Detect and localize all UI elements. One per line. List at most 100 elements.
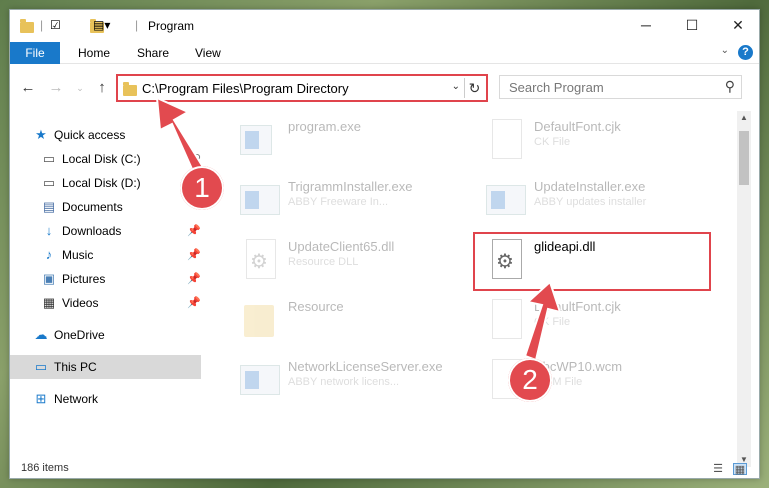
sidebar-item-this-pc[interactable]: ▭ This PC <box>10 355 201 379</box>
file-item[interactable]: Resource <box>234 293 484 349</box>
back-button[interactable]: ← <box>18 78 38 98</box>
callout-badge-1: 1 <box>180 166 224 210</box>
file-name: Resource <box>288 299 344 314</box>
vertical-scrollbar[interactable]: ▲ ▼ <box>737 111 751 467</box>
network-icon: ⊞ <box>35 391 47 406</box>
sidebar-item-videos[interactable]: ▦ Videos 📌 <box>10 291 201 315</box>
drive-icon: ▭ <box>42 151 56 166</box>
title-bar: | ☑ ▤▾ | Program ─ ☐ ✕ <box>10 10 759 42</box>
sidebar-item-quick-access[interactable]: ★ Quick access <box>10 123 201 147</box>
file-item[interactable]: NetworkLicenseServer.exe ABBY network li… <box>234 353 484 409</box>
file-name: program.exe <box>288 119 361 134</box>
document-file-icon <box>486 297 526 343</box>
address-bar[interactable]: C:\Program Files\Program Directory ⌄ ↻ <box>116 74 488 102</box>
close-button[interactable]: ✕ <box>715 10 761 40</box>
file-item[interactable]: UpdateInstaller.exe ABBY updates install… <box>480 173 730 229</box>
pin-icon[interactable]: 📌 <box>187 219 201 243</box>
item-count: 186 items <box>21 462 69 474</box>
sidebar-item-documents[interactable]: ▤ Documents <box>10 195 201 219</box>
sidebar-item-label: OneDrive <box>54 328 105 342</box>
forward-button[interactable]: → <box>46 78 66 98</box>
file-type: Resource DLL <box>288 256 359 268</box>
tab-file[interactable]: File <box>10 42 60 64</box>
expand-ribbon-icon[interactable]: ⌄ <box>721 45 729 56</box>
dll-file-icon: ⚙ <box>240 237 280 283</box>
address-path[interactable]: C:\Program Files\Program Directory <box>142 81 349 96</box>
folder-icon <box>123 82 137 96</box>
separator: | <box>135 18 139 32</box>
up-button[interactable]: ↑ <box>92 78 112 98</box>
tab-share[interactable]: Share <box>137 42 169 64</box>
sidebar-item-label: Downloads <box>62 224 122 238</box>
sidebar-item-label: Quick access <box>54 128 126 142</box>
file-item[interactable]: ⚙ UpdateClient65.dll Resource DLL <box>234 233 484 289</box>
sidebar-item-pictures[interactable]: ▣ Pictures 📌 <box>10 267 201 291</box>
refresh-button[interactable]: ↻ <box>464 78 484 98</box>
recent-locations-button[interactable]: ⌄ <box>70 78 90 98</box>
navigation-bar: ← → ⌄ ↑ C:\Program Files\Program Directo… <box>10 65 759 111</box>
large-icons-view-icon[interactable]: ▦ <box>733 463 747 476</box>
file-item[interactable]: program.exe <box>234 113 484 169</box>
sidebar-item-label: Pictures <box>62 272 106 286</box>
videos-icon: ▦ <box>42 295 56 310</box>
sidebar-item-local-disk-c[interactable]: ▭ Local Disk (C:) ⚲ <box>10 147 201 171</box>
details-view-icon[interactable]: ☰ <box>711 463 725 475</box>
sidebar-item-label: Local Disk (D:) <box>62 176 141 190</box>
file-item[interactable]: TrigrammInstaller.exe ABBY Freeware In..… <box>234 173 484 229</box>
pictures-icon: ▣ <box>42 271 56 286</box>
separator: | <box>40 18 44 32</box>
file-name: TrigrammInstaller.exe <box>288 179 413 194</box>
file-name: NetworkLicenseServer.exe <box>288 359 443 374</box>
sidebar-item-onedrive[interactable]: ☁ OneDrive <box>10 323 201 347</box>
sidebar-item-downloads[interactable]: ↓ Downloads 📌 <box>10 219 201 243</box>
sidebar-item-network[interactable]: ⊞ Network <box>10 387 201 411</box>
cloud-icon: ☁ <box>34 327 48 342</box>
documents-icon: ▤ <box>42 199 56 214</box>
sidebar-item-label: Music <box>62 248 94 262</box>
pin-icon[interactable]: 📌 <box>187 267 201 291</box>
exe-file-icon <box>486 177 526 223</box>
scrollbar-thumb[interactable] <box>739 131 749 185</box>
help-icon[interactable]: ? <box>738 45 753 60</box>
sidebar-item-music[interactable]: ♪ Music 📌 <box>10 243 201 267</box>
window-title: Program <box>148 19 195 33</box>
sidebar-item-label: Network <box>54 392 99 406</box>
pin-icon[interactable]: 📌 <box>187 243 201 267</box>
maximize-button[interactable]: ☐ <box>669 10 715 40</box>
file-name: DefaultFont.cjk <box>534 299 621 314</box>
search-placeholder[interactable]: Search Program <box>509 80 604 95</box>
search-icon[interactable]: ⚲ <box>725 78 735 95</box>
document-file-icon <box>486 117 526 163</box>
sidebar-item-label: Documents <box>62 200 123 214</box>
scroll-up-icon[interactable]: ▲ <box>737 111 751 125</box>
exe-file-icon <box>240 177 280 223</box>
navigation-pane: ★ Quick access ▭ Local Disk (C:) ⚲ ▭ Loc… <box>10 111 210 455</box>
download-icon: ↓ <box>45 223 53 238</box>
file-name: DefaultFont.cjk <box>534 119 621 134</box>
file-name: UpdateClient65.dll <box>288 239 395 254</box>
tab-view[interactable]: View <box>195 42 221 64</box>
drive-icon: ▭ <box>42 175 56 190</box>
exe-file-icon <box>240 117 280 163</box>
search-box[interactable]: Search Program ⚲ <box>499 75 742 99</box>
tab-home[interactable]: Home <box>78 42 110 64</box>
customize-toolbar-icon[interactable]: ▤▾ <box>93 18 110 34</box>
highlight-box-file <box>473 232 711 291</box>
callout-badge-2: 2 <box>508 358 552 402</box>
file-type: CK File <box>534 136 571 148</box>
file-type: ABBY network licens... <box>288 376 400 388</box>
status-bar: 186 items ☰ ▦ <box>10 459 759 479</box>
chevron-down-icon[interactable]: ⌄ <box>452 81 460 92</box>
music-icon: ♪ <box>45 247 53 262</box>
sidebar-item-local-disk-d[interactable]: ▭ Local Disk (D:) <box>10 171 201 195</box>
pin-icon[interactable]: 📌 <box>187 291 201 315</box>
file-item[interactable]: DefaultFont.cjk CK File <box>480 293 730 349</box>
file-type: ABBY Freeware In... <box>288 196 389 208</box>
ribbon-tabs: File Home Share View ⌄ ? <box>10 42 759 64</box>
properties-icon[interactable]: ☑ <box>50 18 61 34</box>
sidebar-item-label: Local Disk (C:) <box>62 152 141 166</box>
file-item[interactable]: DefaultFont.cjk CK File <box>480 113 730 169</box>
minimize-button[interactable]: ─ <box>623 10 669 40</box>
file-type: ABBY updates installer <box>534 196 647 208</box>
sidebar-item-label: Videos <box>62 296 99 310</box>
